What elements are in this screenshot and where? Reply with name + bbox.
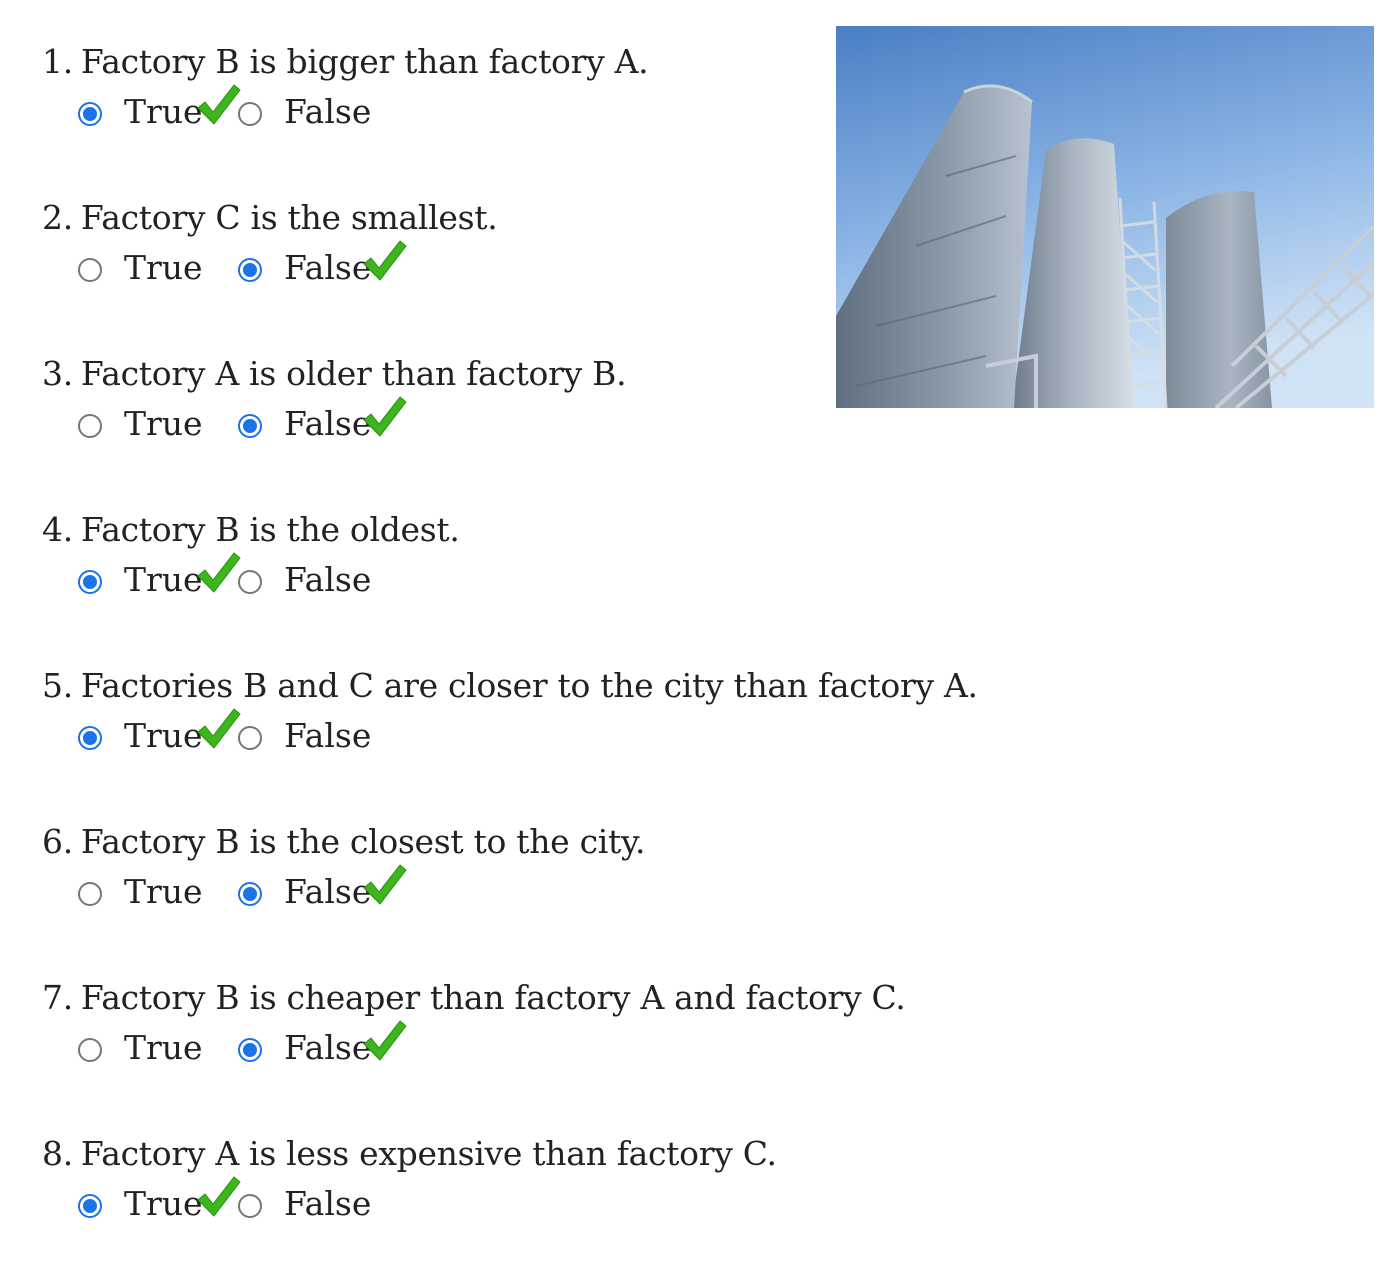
question-statement: Factory A is less expensive than factory… [80,1134,777,1173]
question-text: 1. Factory B is bigger than factory A. [42,42,649,82]
false-radio[interactable] [238,882,262,906]
check-icon [363,864,407,905]
false-radio[interactable] [238,1194,262,1218]
question-number: 4. [42,510,73,549]
answer-options: True False [0,864,820,924]
answer-options: True False [0,1176,820,1236]
question-statement: Factory A is older than factory B. [80,354,627,393]
question-text: 7. Factory B is cheaper than factory A an… [42,978,906,1018]
false-label: False [284,1028,372,1067]
question-statement: Factory C is the smallest. [80,198,498,237]
false-radio[interactable] [238,102,262,126]
question-text: 6. Factory B is the closest to the city. [42,822,645,862]
question-number: 2. [42,198,73,237]
check-icon [197,1176,241,1217]
answer-options: True False [0,1020,820,1080]
question-3: 3. Factory A is older than factory B. Tru… [0,338,820,494]
false-label: False [284,560,372,599]
false-radio[interactable] [238,258,262,282]
question-text: 3. Factory A is older than factory B. [42,354,627,394]
false-radio[interactable] [238,570,262,594]
question-statement: Factory B is bigger than factory A. [80,42,649,81]
question-statement: Factory B is the oldest. [80,510,460,549]
question-statement: Factory B is cheaper than factory A and … [80,978,906,1017]
true-label: True [124,248,203,287]
true-radio[interactable] [78,1038,102,1062]
true-radio[interactable] [78,258,102,282]
question-number: 5. [42,666,73,705]
false-radio[interactable] [238,414,262,438]
question-text: 4. Factory B is the oldest. [42,510,460,550]
question-8: 8. Factory A is less expensive than facto… [0,1118,820,1274]
true-radio[interactable] [78,570,102,594]
answer-options: True False [0,84,820,144]
answer-options: True False [0,552,820,612]
false-label: False [284,716,372,755]
check-icon [197,552,241,593]
true-label: True [124,716,203,755]
check-icon [363,396,407,437]
question-number: 3. [42,354,73,393]
true-label: True [124,1028,203,1067]
true-radio[interactable] [78,102,102,126]
true-radio[interactable] [78,414,102,438]
true-label: True [124,404,203,443]
question-1: 1. Factory B is bigger than factory A. Tr… [0,26,820,182]
true-label: True [124,872,203,911]
check-icon [363,240,407,281]
question-number: 7. [42,978,73,1017]
question-4: 4. Factory B is the oldest. True False [0,494,820,650]
true-label: True [124,1184,203,1223]
question-text: 8. Factory A is less expensive than facto… [42,1134,777,1174]
false-label: False [284,92,372,131]
question-statement: Factories B and C are closer to the city… [80,666,978,705]
factory-silos-photo [836,26,1374,408]
true-radio[interactable] [78,882,102,906]
question-number: 8. [42,1134,73,1173]
true-radio[interactable] [78,726,102,750]
question-text: 5. Factories B and C are closer to the ci… [42,666,978,706]
true-label: True [124,560,203,599]
question-text: 2. Factory C is the smallest. [42,198,498,238]
question-5: 5. Factories B and C are closer to the ci… [0,650,978,806]
question-2: 2. Factory C is the smallest. True False [0,182,820,338]
true-radio[interactable] [78,1194,102,1218]
question-statement: Factory B is the closest to the city. [80,822,646,861]
false-label: False [284,404,372,443]
false-radio[interactable] [238,726,262,750]
true-label: True [124,92,203,131]
answer-options: True False [0,396,820,456]
check-icon [363,1020,407,1061]
false-radio[interactable] [238,1038,262,1062]
answer-options: True False [0,240,820,300]
question-number: 1. [42,42,73,81]
question-6: 6. Factory B is the closest to the city. … [0,806,820,962]
false-label: False [284,1184,372,1223]
false-label: False [284,248,372,287]
question-7: 7. Factory B is cheaper than factory A an… [0,962,906,1118]
question-number: 6. [42,822,73,861]
check-icon [197,84,241,125]
answer-options: True False [0,708,820,768]
check-icon [197,708,241,749]
false-label: False [284,872,372,911]
